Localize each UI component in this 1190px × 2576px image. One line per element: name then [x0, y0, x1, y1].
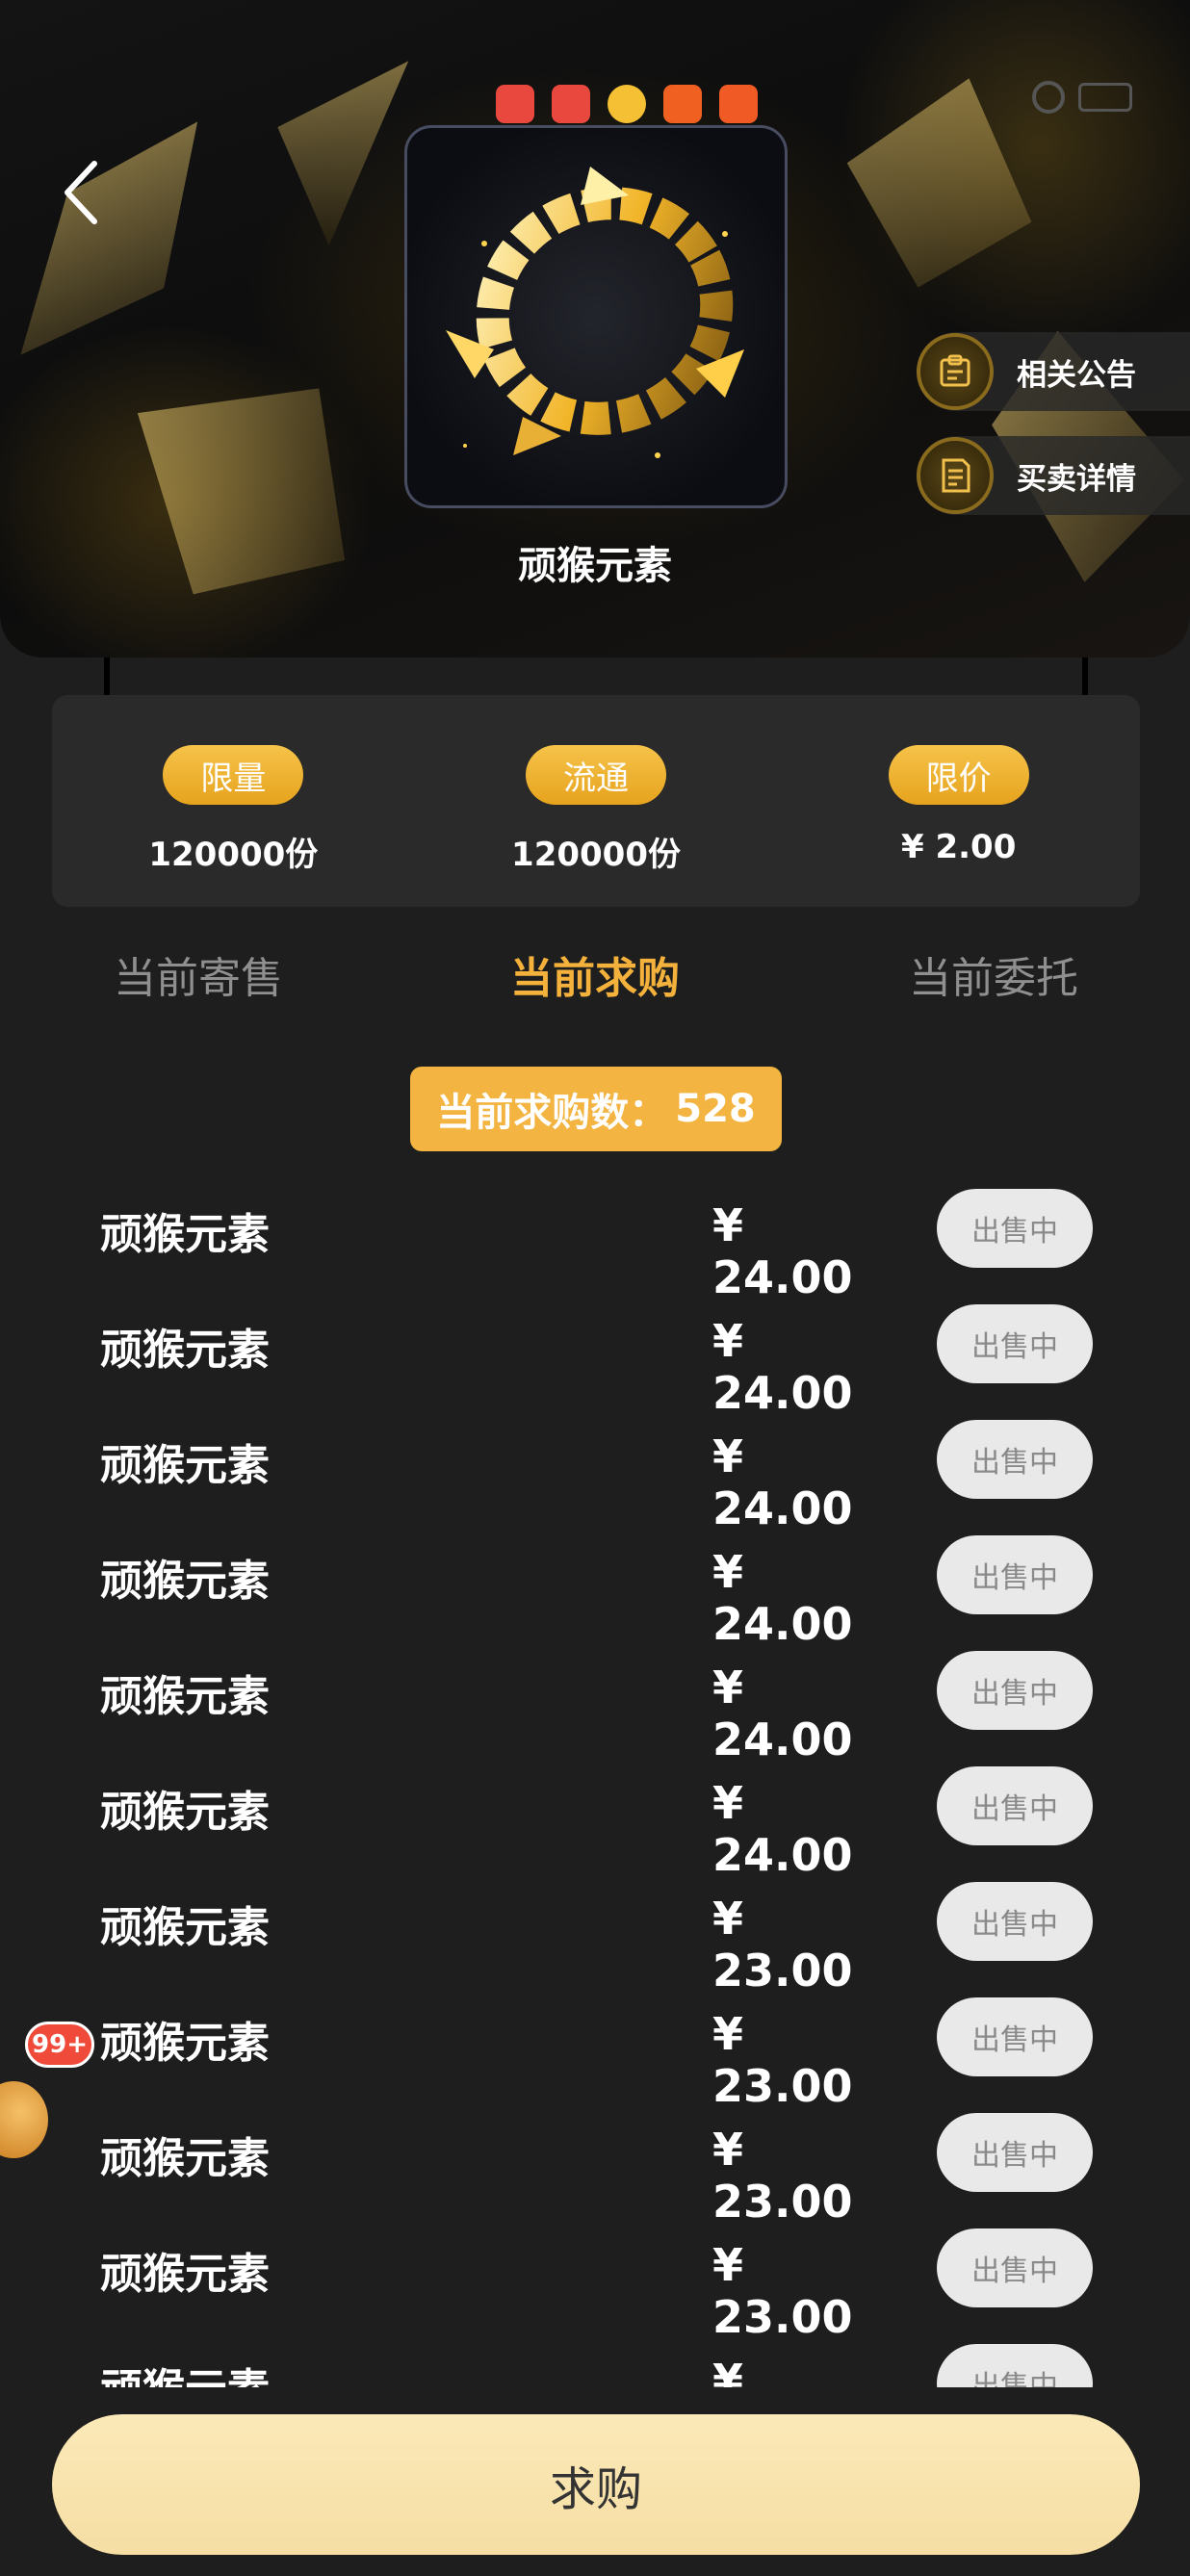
tab-bar: 当前寄售 当前求购 当前委托 — [0, 943, 1190, 1020]
list-item: 顽猴元素 ¥ 23.00 出售中 — [0, 2212, 1190, 2343]
trade-detail-link-label: 买卖详情 — [1017, 461, 1136, 497]
stat-limit: 限量 120000份 — [52, 695, 415, 907]
item-name: 顽猴元素 — [100, 1788, 270, 1837]
stat-value: 120000份 — [148, 836, 319, 874]
stat-circulation: 流通 120000份 — [415, 695, 778, 907]
weibo-icon — [608, 85, 646, 123]
sell-button[interactable]: 出售中 — [937, 1651, 1093, 1730]
sell-button[interactable]: 出售中 — [937, 1304, 1093, 1383]
sell-button[interactable]: 出售中 — [937, 1766, 1093, 1845]
list-item: 顽猴元素 ¥ 24.00 出售中 — [0, 1750, 1190, 1881]
sell-button[interactable]: 出售中 — [937, 1882, 1093, 1961]
list-item: 顽猴元素 ¥ 24.00 出售中 — [0, 1172, 1190, 1303]
tiger-mascot-icon — [0, 2081, 48, 2158]
nft-title: 顽猴元素 — [518, 544, 672, 588]
app-notification-icon — [552, 85, 590, 123]
item-name: 顽猴元素 — [100, 1672, 270, 1721]
decorative-shard — [0, 98, 262, 384]
list-item: 顽猴元素 ¥ 24.00 出售中 — [0, 1635, 1190, 1765]
list-item: 顽猴元素 ¥ 23.00 出售中 — [0, 2097, 1190, 2228]
stat-label: 流通 — [526, 745, 666, 805]
status-bar — [0, 39, 1190, 123]
item-name: 顽猴元素 — [100, 2134, 270, 2183]
sell-button[interactable]: 出售中 — [937, 1997, 1093, 2076]
list-item: 顽猴元素 ¥ 24.00 出售中 — [0, 1288, 1190, 1419]
battery-icon — [1078, 83, 1132, 112]
trade-detail-link-button[interactable]: 买卖详情 — [917, 436, 1190, 515]
stat-value: 120000份 — [511, 836, 681, 874]
purchase-count-label: 当前求购数： — [436, 1091, 668, 1135]
item-name: 顽猴元素 — [100, 1326, 270, 1375]
stat-value: ¥ 2.00 — [900, 828, 1017, 866]
item-name: 顽猴元素 — [100, 2019, 270, 2068]
gold-ring-artwork — [446, 167, 744, 458]
sell-button[interactable]: 出售中 — [937, 1420, 1093, 1499]
notification-badge: 99+ — [25, 2022, 94, 2068]
item-price: ¥ 23.00 — [712, 2355, 744, 2387]
tab-purchase-request[interactable]: 当前求购 — [451, 943, 739, 1005]
stat-label: 限量 — [163, 745, 304, 805]
list-item: 顽猴元素 ¥ 23.00 出售中 — [0, 2328, 1190, 2387]
hero-header: 顽猴元素 相关公告 买卖详情 — [0, 0, 1190, 657]
tab-consignment[interactable]: 当前寄售 — [54, 943, 343, 1005]
chevron-left-icon — [65, 161, 97, 224]
app-notification-icon — [663, 85, 702, 123]
sell-button[interactable]: 出售中 — [937, 2228, 1093, 2307]
item-name: 顽猴元素 — [100, 1903, 270, 1952]
list-item: 顽猴元素 ¥ 24.00 出售中 — [0, 1404, 1190, 1534]
sell-button[interactable]: 出售中 — [937, 1535, 1093, 1614]
notice-link-button[interactable]: 相关公告 — [917, 332, 1190, 411]
item-name: 顽猴元素 — [100, 1441, 270, 1490]
document-icon — [917, 437, 994, 514]
sell-button[interactable]: 出售中 — [937, 2344, 1093, 2387]
purchase-count-badge: 当前求购数： 528 — [410, 1067, 782, 1151]
tab-commission[interactable]: 当前委托 — [849, 943, 1138, 1005]
order-list: 顽猴元素 ¥ 24.00 出售中 顽猴元素 ¥ 24.00 出售中 顽猴元素 ¥… — [0, 1172, 1190, 2387]
list-item: 顽猴元素 ¥ 24.00 出售中 — [0, 1519, 1190, 1650]
sell-button[interactable]: 出售中 — [937, 1189, 1093, 1268]
stat-label: 限价 — [888, 745, 1029, 805]
notice-icon — [917, 333, 994, 410]
list-item: 顽猴元素 ¥ 23.00 出售中 — [0, 1981, 1190, 2112]
nft-cover-image — [404, 125, 788, 508]
stat-price-limit: 限价 ¥ 2.00 — [777, 695, 1140, 907]
back-button[interactable] — [54, 154, 112, 231]
status-indicators — [1032, 81, 1132, 114]
purchase-count-value: 528 — [675, 1087, 756, 1131]
stats-card: 限量 120000份 流通 120000份 限价 ¥ 2.00 — [52, 695, 1140, 907]
list-item: 顽猴元素 ¥ 23.00 出售中 — [0, 1866, 1190, 1996]
app-notification-icon — [496, 85, 534, 123]
app-notification-icon — [719, 85, 758, 123]
item-name: 顽猴元素 — [100, 2250, 270, 2299]
sell-button[interactable]: 出售中 — [937, 2113, 1093, 2192]
clock-icon — [1032, 81, 1065, 114]
floating-mascot-button[interactable] — [0, 2060, 58, 2158]
item-name: 顽猴元素 — [100, 2355, 270, 2387]
item-name: 顽猴元素 — [100, 1210, 270, 1259]
notice-link-label: 相关公告 — [1017, 357, 1136, 393]
item-name: 顽猴元素 — [100, 1557, 270, 1606]
purchase-request-button[interactable]: 求购 — [52, 2414, 1140, 2555]
